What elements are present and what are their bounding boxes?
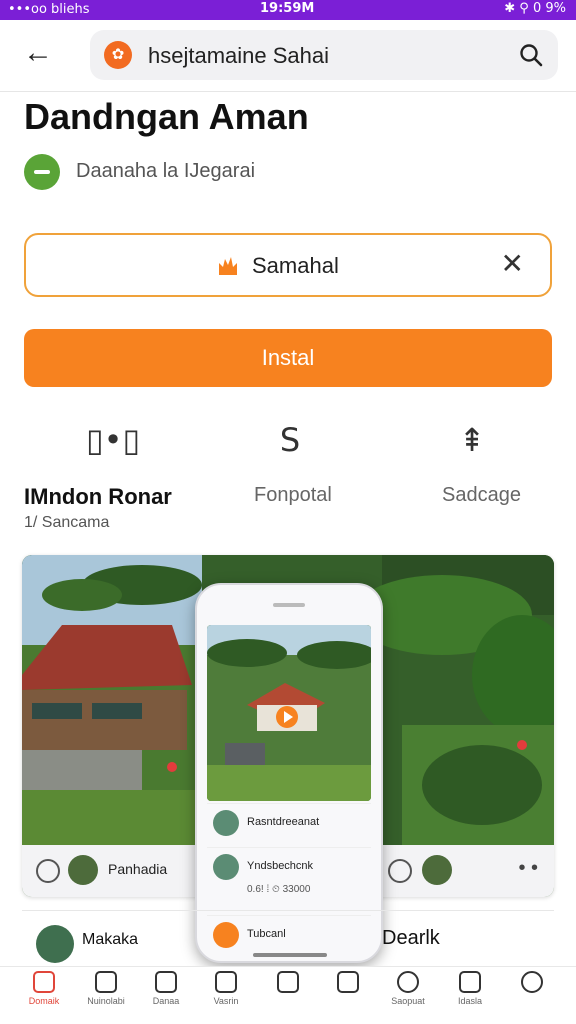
phone-speaker	[273, 603, 305, 607]
carrier-label: •••oo bliehs	[8, 2, 90, 17]
gallery-footer-label: Panhadia	[108, 861, 168, 877]
bottom-navigation: Domaik Nuinolabi Danaa Vasrin Saopuat Id…	[0, 966, 576, 1024]
avatar	[36, 925, 74, 963]
calendar-icon	[459, 971, 481, 993]
nav-item-label: Nuinolabi	[87, 996, 125, 1006]
back-arrow-icon: ←	[23, 36, 53, 69]
stat-subtext: 1/ Sancama	[24, 514, 110, 531]
nav-item-label: Domaik	[28, 996, 60, 1006]
app-logo-icon: ✿	[104, 41, 132, 69]
selected-filter-chip[interactable]: Samahal ✕	[24, 233, 552, 297]
nav-item-nature[interactable]: Vasrin	[196, 971, 256, 1019]
nav-item-search[interactable]: Saopuat	[378, 971, 438, 1019]
device-icon: ▯•▯	[86, 421, 141, 459]
phone-row[interactable]: Yndsbechcnk 0.6! ⁞ ⏲ 33000	[207, 847, 371, 911]
nav-item-favorites[interactable]: Danaa	[136, 971, 196, 1019]
apps-icon	[337, 971, 359, 993]
search-icon	[397, 971, 419, 993]
crown-icon	[219, 257, 237, 275]
list-item[interactable]: Makaka Dearlk	[22, 910, 554, 968]
phone-row[interactable]: Rasntdreeanat	[207, 803, 371, 843]
nav-item-recent[interactable]: Nuinolabi	[76, 971, 136, 1019]
phone-row-label: Yndsbechcnk	[247, 860, 314, 872]
chip-label: Samahal	[252, 253, 339, 278]
nav-item-label: Vasrin	[213, 996, 239, 1006]
list-item-secondary-name: Dearlk	[382, 927, 440, 949]
home-icon	[33, 971, 55, 993]
battery-indicator: ✱ ⚲ 0 9%	[504, 1, 566, 16]
phone-mockup: Rasntdreeanat Yndsbechcnk 0.6! ⁞ ⏲ 33000…	[195, 583, 383, 963]
phone-row-meta: 0.6! ⁞ ⏲ 33000	[247, 884, 311, 895]
nav-item-calendar[interactable]: Idasla	[440, 971, 500, 1019]
smile-icon[interactable]	[36, 859, 60, 883]
more-icon[interactable]: • •	[518, 857, 538, 880]
developer-badge-icon	[24, 154, 60, 190]
nav-item-label: Saopuat	[391, 996, 425, 1006]
app-title: Dandngan Aman	[24, 96, 309, 137]
nav-item-apps[interactable]	[318, 971, 378, 1019]
app-stats-row: ▯•▯ S ⇞ IMndon Ronar Fonpotal Sadcage 1/…	[0, 418, 576, 538]
avatar	[213, 854, 239, 880]
star-icon	[155, 971, 177, 993]
back-button[interactable]: ←	[20, 36, 56, 72]
list-item-name: Makaka	[82, 931, 139, 948]
share-icon[interactable]: ⇞	[448, 418, 496, 462]
avatar	[422, 855, 452, 885]
leaf-icon	[215, 971, 237, 993]
search-query[interactable]: hsejtamaine Sahai	[148, 43, 329, 69]
stat-label-device: IMndon Ronar	[24, 484, 172, 509]
phone-row-label: Rasntdreeanat	[247, 816, 320, 828]
top-app-bar: ← ✿ hsejtamaine Sahai	[0, 20, 576, 92]
nav-item-label: Idasla	[457, 996, 483, 1006]
avatar	[213, 810, 239, 836]
book-icon	[277, 971, 299, 993]
clock: 19:59M	[260, 1, 315, 16]
status-bar: •••oo bliehs 19:59M ✱ ⚲ 0 9%	[0, 0, 576, 20]
nav-item-home[interactable]: Domaik	[14, 971, 74, 1019]
stat-label-rating: Fonpotal	[254, 484, 332, 506]
nav-item-label: Danaa	[152, 996, 180, 1006]
search-bar[interactable]: ✿ hsejtamaine Sahai	[90, 30, 558, 80]
profile-icon	[521, 971, 543, 993]
close-icon[interactable]: ✕	[501, 249, 524, 279]
install-button[interactable]: Instal	[24, 329, 552, 387]
play-icon[interactable]	[388, 859, 412, 883]
stat-label-share: Sadcage	[442, 484, 521, 506]
rating-icon: S	[279, 421, 301, 459]
avatar	[68, 855, 98, 885]
nav-item-profile[interactable]	[502, 971, 562, 1019]
phone-screen-image	[207, 625, 371, 801]
developer-name[interactable]: Daanaha la IJegarai	[76, 160, 255, 183]
nav-item-library[interactable]	[258, 971, 318, 1019]
search-icon[interactable]	[518, 42, 544, 68]
clock-icon	[95, 971, 117, 993]
